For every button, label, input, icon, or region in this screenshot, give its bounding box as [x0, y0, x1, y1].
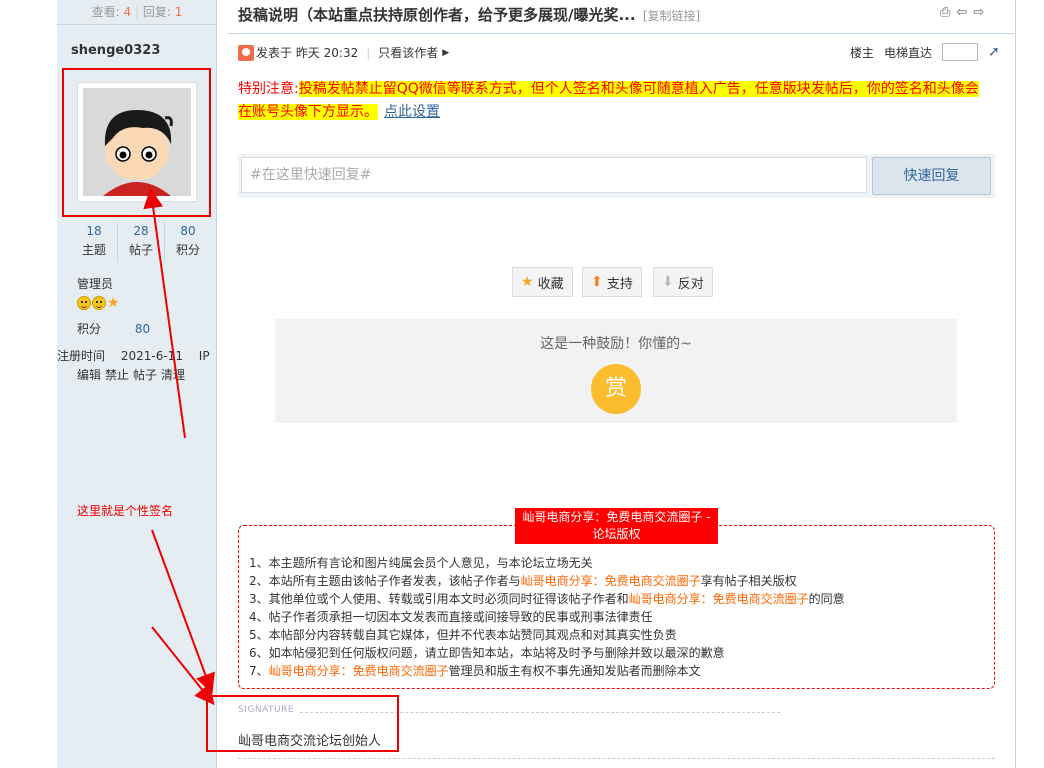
quick-reply-button[interactable]: 快速回复: [872, 157, 991, 195]
stat-credits-label: 积分: [175, 243, 200, 257]
copyright-list: 1、本主题所有言论和图片纯属会员个人意见，与本论坛立场无关 2、本站所有主题由该…: [249, 554, 845, 680]
admin-edit-link[interactable]: 编辑: [77, 368, 101, 382]
favorite-label: 收藏: [537, 276, 564, 292]
user-rank-stars: ★: [77, 296, 120, 310]
username-link[interactable]: shenge0323: [71, 43, 160, 58]
quick-reply-input[interactable]: #在这里快速回复#: [241, 157, 867, 193]
line-text: 1、本主题所有言论和图片纯属会员个人意见，与本论坛立场无关: [249, 556, 593, 570]
stat-topics-value: 18: [86, 224, 102, 238]
jump-label: 电梯直达: [884, 45, 933, 60]
meta-separator: |: [366, 45, 371, 60]
smiley-icon: [77, 296, 91, 310]
stat-credits[interactable]: 80 积分: [165, 222, 211, 262]
copyright-line: 5、本帖部分内容转载自其它媒体，但并不代表本站赞同其观点和对其真实性负责: [249, 626, 845, 644]
reward-button[interactable]: 赏: [591, 364, 641, 414]
floor-jump: 楼主 电梯直达 ➚: [850, 43, 1000, 61]
thread-stats-bar: 查看: 4 | 回复: 1: [57, 0, 217, 25]
user-stats: 18 主题 28 帖子 80 积分: [71, 222, 211, 262]
line-text: 3、其他单位或个人使用、转载或引用本文时必须同时征得该帖子作者和: [249, 592, 629, 606]
line-text: 4、帖子作者须承担一切因本文发表而直接或间接导致的民事或刑事法律责任: [249, 610, 653, 624]
stat-posts-label: 帖子: [128, 243, 153, 257]
stat-credits-value: 80: [180, 224, 196, 238]
copyright-title: 屾哥电商分享：免费电商交流圈子 - 论坛版权: [515, 508, 718, 544]
site-link[interactable]: 屾哥电商分享：免费电商交流圈子: [269, 664, 449, 678]
annotation-signature-box: [206, 695, 399, 752]
copyright-line: 2、本站所有主题由该帖子作者发表，该帖子作者与屾哥电商分享：免费电商交流圈子享有…: [249, 572, 845, 590]
smiley-icon: [92, 296, 106, 310]
star-icon: ★: [521, 274, 534, 290]
line-text: 6、如本帖侵犯到任何版权问题，请立即告知本站，本站将及时予与删除并致以最深的歉意: [249, 646, 725, 660]
views-label: 查看:: [91, 5, 120, 19]
line-text: 管理员和版主有权不事先通知发贴者而删除本文: [448, 664, 701, 678]
register-date: 2021-6-11: [120, 349, 183, 363]
next-thread-icon[interactable]: ⇨: [973, 5, 984, 20]
credits-row: 积分 80: [77, 320, 150, 337]
prev-thread-icon[interactable]: ⇦: [956, 5, 967, 20]
line-text: 享有帖子相关版权: [700, 574, 797, 588]
support-label: 支持: [606, 276, 633, 292]
annotation-avatar-box: [62, 68, 211, 217]
post-meta: 发表于 昨天 20:32 | 只看该作者 ▶: [238, 44, 449, 61]
stat-topics[interactable]: 18 主题: [71, 222, 118, 262]
title-divider: [228, 33, 1014, 34]
replies-label: 回复:: [142, 5, 171, 19]
admin-posts-link[interactable]: 帖子: [133, 368, 157, 382]
annotation-text: 这里就是个性签名: [77, 504, 174, 518]
stat-posts-value: 28: [133, 224, 149, 238]
notice-lead: 特别注意:: [238, 81, 299, 97]
oppose-label: 反对: [677, 276, 704, 292]
content-right-border: [1015, 0, 1016, 768]
thread-title: 投稿说明（本站重点扶持原创作者，给予更多展现/曝光奖... [复制链接]: [238, 4, 700, 25]
oppose-button[interactable]: ⬇ 反对: [653, 267, 713, 297]
credits-value: 80: [134, 322, 151, 336]
quick-reply-bar: #在这里快速回复# 快速回复: [238, 154, 995, 198]
arrow-up-icon: ⬆: [591, 274, 603, 290]
user-online-icon: [238, 44, 254, 61]
line-text: 2、本站所有主题由该帖子作者发表，该帖子作者与: [249, 574, 521, 588]
thread-tools: ⎙ ⇦ ⇨: [940, 5, 984, 20]
copyright-line: 7、屾哥电商分享：免费电商交流圈子管理员和版主有权不事先通知发贴者而删除本文: [249, 662, 845, 680]
arrow-down-icon: ⬇: [662, 274, 674, 290]
print-icon[interactable]: ⎙: [940, 5, 950, 20]
jump-go-icon[interactable]: ➚: [988, 44, 1000, 60]
line-text: 5、本帖部分内容转载自其它媒体，但并不代表本站赞同其观点和对其真实性负责: [249, 628, 677, 642]
posted-time: 发表于 昨天 20:32: [256, 46, 359, 60]
copyright-line: 4、帖子作者须承担一切因本文发表而直接或间接导致的民事或刑事法律责任: [249, 608, 845, 626]
settings-link[interactable]: 点此设置: [384, 104, 440, 120]
only-author-link[interactable]: 只看该作者: [378, 44, 438, 61]
notice-highlight: 投稿发帖禁止留QQ微信等联系方式，但个人签名和头像可随意植入广告，任意版块发帖后…: [238, 81, 979, 120]
reward-text: 这是一种鼓励！你懂的~: [540, 336, 692, 352]
replies-count: 1: [174, 5, 183, 19]
line-text: 的同意: [808, 592, 845, 606]
stat-topics-label: 主题: [81, 243, 106, 257]
register-label: 注册时间: [57, 349, 106, 363]
ip-label: IP: [198, 349, 210, 363]
site-link[interactable]: 屾哥电商分享：免费电商交流圈子: [629, 592, 809, 606]
star-icon: ★: [107, 295, 120, 311]
caret-right-icon: ▶: [442, 47, 450, 58]
copyright-line: 1、本主题所有言论和图片纯属会员个人意见，与本论坛立场无关: [249, 554, 845, 572]
copyright-line: 3、其他单位或个人使用、转载或引用本文时必须同时征得该帖子作者和屾哥电商分享：免…: [249, 590, 845, 608]
admin-links: 编辑 禁止 帖子 清理: [77, 366, 189, 383]
admin-clean-link[interactable]: 清理: [161, 368, 185, 382]
thread-title-text: 投稿说明（本站重点扶持原创作者，给予更多展现/曝光奖...: [238, 6, 636, 24]
credits-label: 积分: [77, 322, 102, 336]
register-time-row: 注册时间 2021-6-11 IP: [57, 347, 210, 364]
stat-posts[interactable]: 28 帖子: [118, 222, 165, 262]
copy-link[interactable]: [复制链接]: [643, 9, 700, 23]
post-bottom-divider: [238, 758, 995, 759]
favorite-button[interactable]: ★ 收藏: [512, 267, 573, 297]
copyright-line: 6、如本帖侵犯到任何版权问题，请立即告知本站，本站将及时予与删除并致以最深的歉意: [249, 644, 845, 662]
user-group[interactable]: 管理员: [77, 275, 113, 292]
copyright-box: 1、本主题所有言论和图片纯属会员个人意见，与本论坛立场无关 2、本站所有主题由该…: [238, 525, 995, 689]
floor-label: 楼主: [850, 45, 875, 60]
floor-jump-input[interactable]: [942, 43, 979, 61]
views-count: 4: [123, 5, 132, 19]
line-text: 7、: [249, 664, 269, 678]
post-notice: 特别注意:投稿发帖禁止留QQ微信等联系方式，但个人签名和头像可随意植入广告，任意…: [238, 78, 988, 124]
reward-panel: 这是一种鼓励！你懂的~ 赏: [275, 319, 957, 423]
support-button[interactable]: ⬆ 支持: [582, 267, 642, 297]
admin-ban-link[interactable]: 禁止: [105, 368, 129, 382]
site-link[interactable]: 屾哥电商分享：免费电商交流圈子: [521, 574, 701, 588]
